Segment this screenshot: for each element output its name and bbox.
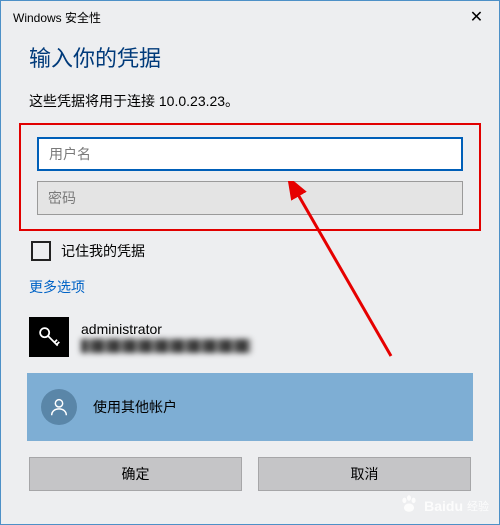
close-button[interactable]: ✕	[454, 1, 499, 33]
cancel-button[interactable]: 取消	[258, 457, 471, 491]
saved-account-detail-blurred	[81, 339, 251, 353]
ok-button[interactable]: 确定	[29, 457, 242, 491]
close-icon: ✕	[470, 7, 483, 27]
user-icon	[41, 389, 77, 425]
paw-icon	[398, 493, 420, 518]
titlebar: Windows 安全性 ✕	[1, 1, 499, 33]
use-other-account-label: 使用其他帐户	[93, 397, 177, 417]
username-input[interactable]	[37, 137, 463, 171]
dialog-subtext: 这些凭据将用于连接 10.0.23.23。	[29, 91, 471, 111]
dialog-heading: 输入你的凭据	[29, 41, 471, 73]
more-options-link[interactable]: 更多选项	[29, 277, 471, 297]
saved-account-name: administrator	[81, 321, 251, 337]
use-other-account-row[interactable]: 使用其他帐户	[27, 373, 473, 441]
watermark: Baidu 经验	[398, 493, 489, 518]
password-input[interactable]	[37, 181, 463, 215]
credentials-highlight	[19, 123, 481, 231]
key-icon	[29, 317, 69, 357]
window-title: Windows 安全性	[13, 9, 101, 26]
remember-checkbox[interactable]	[31, 241, 51, 261]
watermark-cn: 经验	[467, 498, 489, 514]
watermark-brand: Baidu	[424, 498, 463, 514]
remember-row[interactable]: 记住我的凭据	[31, 241, 471, 261]
dialog-footer: 确定 取消	[1, 441, 499, 491]
remember-label: 记住我的凭据	[61, 241, 145, 261]
saved-account-row[interactable]: administrator	[29, 311, 471, 367]
